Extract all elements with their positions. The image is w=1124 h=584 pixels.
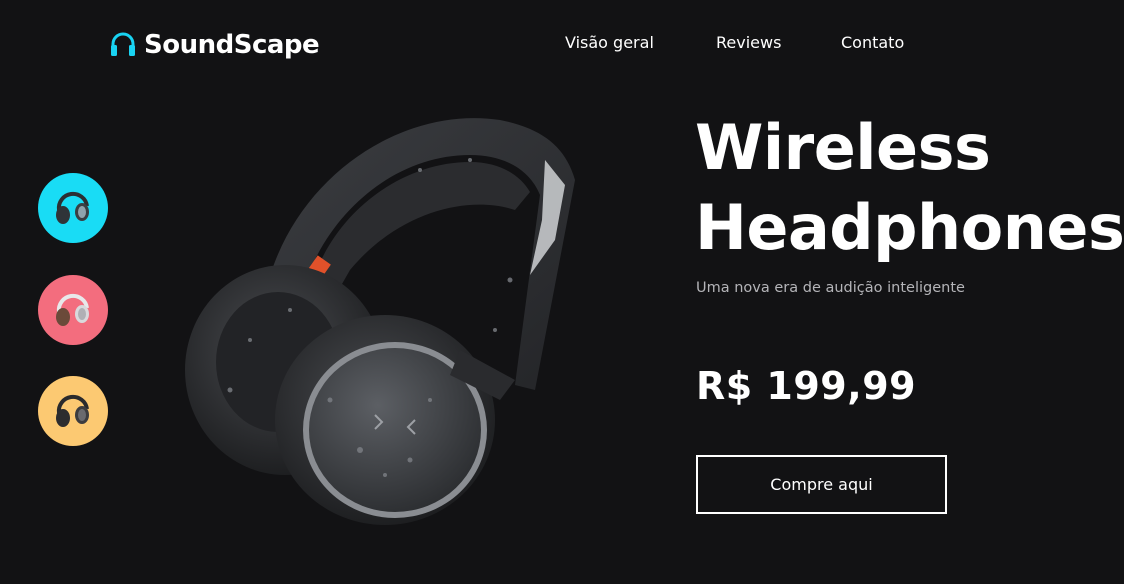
nav-link-contato[interactable]: Contato bbox=[841, 33, 904, 52]
nav-link-visao-geral[interactable]: Visão geral bbox=[565, 33, 654, 52]
thumbnail-pink[interactable] bbox=[38, 275, 108, 345]
hero-title-line1: Wireless bbox=[695, 111, 991, 184]
headphones-icon bbox=[108, 30, 138, 60]
nav-link-reviews[interactable]: Reviews bbox=[716, 33, 781, 52]
hero-title-line2: Headphones bbox=[695, 191, 1124, 264]
headphones-thumb-icon bbox=[56, 293, 89, 326]
buy-button[interactable]: Compre aqui bbox=[696, 455, 947, 514]
headphones-thumb-icon bbox=[56, 394, 89, 427]
navbar: SoundScape Visão geral Reviews Contato bbox=[0, 0, 1124, 90]
hero-title: Wireless Headphones bbox=[695, 108, 1124, 268]
brand-name: SoundScape bbox=[144, 30, 320, 60]
hero-subtitle: Uma nova era de audição inteligente bbox=[696, 280, 965, 296]
thumbnail-cyan[interactable] bbox=[38, 173, 108, 243]
product-price: R$ 199,99 bbox=[696, 364, 917, 408]
headphones-thumb-icon bbox=[56, 191, 89, 224]
brand-logo-link[interactable]: SoundScape bbox=[108, 27, 320, 63]
thumbnail-yellow[interactable] bbox=[38, 376, 108, 446]
headphones-product-image bbox=[170, 100, 590, 530]
